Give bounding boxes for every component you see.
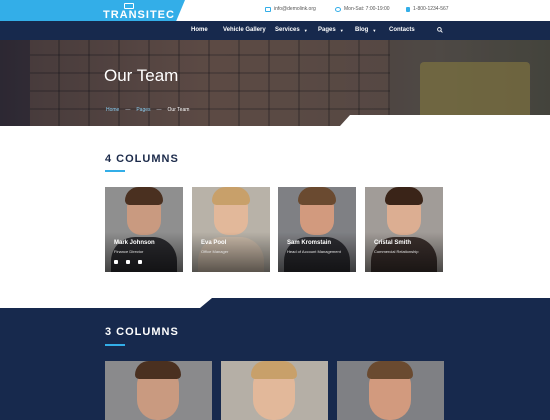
clock-icon bbox=[335, 6, 341, 12]
contact-phone-text: 1-800-1234-567 bbox=[413, 6, 449, 12]
breadcrumb-home[interactable]: Home bbox=[106, 107, 119, 113]
brand-name: TRANSITEC bbox=[103, 9, 175, 21]
breadcrumb-current: Our Team bbox=[167, 107, 190, 113]
nav-blog-label: Blog bbox=[355, 27, 369, 33]
nav-pages[interactable]: Pages ▼ bbox=[318, 27, 344, 33]
nav-home-label: Home bbox=[191, 27, 208, 33]
twitter-icon[interactable] bbox=[126, 260, 130, 264]
breadcrumb-pages[interactable]: Pages bbox=[136, 107, 150, 113]
team-card-large-2[interactable] bbox=[221, 361, 328, 420]
chevron-down-icon: ▼ bbox=[303, 27, 308, 33]
contact-hours-text: Mon-Sat: 7:00-19:00 bbox=[344, 6, 390, 12]
member-name: Mark Johnson bbox=[114, 240, 155, 246]
phone-icon bbox=[406, 6, 410, 12]
section-accent-line bbox=[105, 170, 125, 172]
team-card-sam-kromstain[interactable]: Sam Kromstain Head of Account Management bbox=[278, 187, 356, 272]
section-3-columns-title: 3 COLUMNS bbox=[105, 326, 179, 338]
team-card-mark-johnson[interactable]: Mark Johnson Finance Director bbox=[105, 187, 183, 272]
chevron-down-icon: ▼ bbox=[339, 27, 344, 33]
nav-blog[interactable]: Blog ▼ bbox=[355, 27, 376, 33]
member-role: Finance Director bbox=[114, 249, 144, 254]
nav-home[interactable]: Home bbox=[191, 27, 208, 33]
member-role: Commercial Relationship bbox=[374, 249, 419, 254]
section-accent-line bbox=[105, 344, 125, 346]
envelope-icon bbox=[265, 6, 271, 12]
nav-services-label: Services bbox=[275, 27, 300, 33]
breadcrumb-separator: — bbox=[125, 107, 131, 113]
member-name: Cristal Smith bbox=[374, 240, 412, 246]
facebook-icon[interactable] bbox=[114, 260, 118, 264]
chevron-down-icon: ▼ bbox=[372, 27, 377, 33]
contact-hours: Mon-Sat: 7:00-19:00 bbox=[335, 6, 390, 12]
member-role: Office Manager bbox=[201, 249, 229, 254]
google-plus-icon[interactable] bbox=[138, 260, 142, 264]
nav-contacts-label: Contacts bbox=[389, 27, 415, 33]
team-card-large-3[interactable] bbox=[337, 361, 444, 420]
contact-email-text: info@demolink.org bbox=[274, 6, 316, 12]
team-card-cristal-smith[interactable]: Cristal Smith Commercial Relationship bbox=[365, 187, 443, 272]
member-name: Sam Kromstain bbox=[287, 240, 332, 246]
breadcrumb: Home — Pages — Our Team bbox=[106, 107, 189, 113]
search-icon[interactable] bbox=[437, 27, 443, 33]
team-card-eva-pool[interactable]: Eva Pool Office Manager bbox=[192, 187, 270, 272]
hero-banner bbox=[0, 40, 550, 126]
contact-phone[interactable]: 1-800-1234-567 bbox=[406, 6, 449, 12]
nav-pages-label: Pages bbox=[318, 27, 336, 33]
breadcrumb-separator: — bbox=[156, 107, 162, 113]
nav-vehicle-gallery[interactable]: Vehicle Gallery bbox=[223, 27, 266, 33]
team-card-large-1[interactable] bbox=[105, 361, 212, 420]
nav-contacts[interactable]: Contacts bbox=[389, 27, 415, 33]
member-role: Head of Account Management bbox=[287, 249, 341, 254]
contact-email[interactable]: info@demolink.org bbox=[265, 6, 316, 12]
member-name: Eva Pool bbox=[201, 240, 227, 246]
nav-services[interactable]: Services ▼ bbox=[275, 27, 308, 33]
nav-vehicle-gallery-label: Vehicle Gallery bbox=[223, 27, 266, 33]
section-4-columns-title: 4 COLUMNS bbox=[105, 153, 179, 165]
page-title: Our Team bbox=[104, 66, 179, 85]
social-links bbox=[114, 260, 142, 264]
